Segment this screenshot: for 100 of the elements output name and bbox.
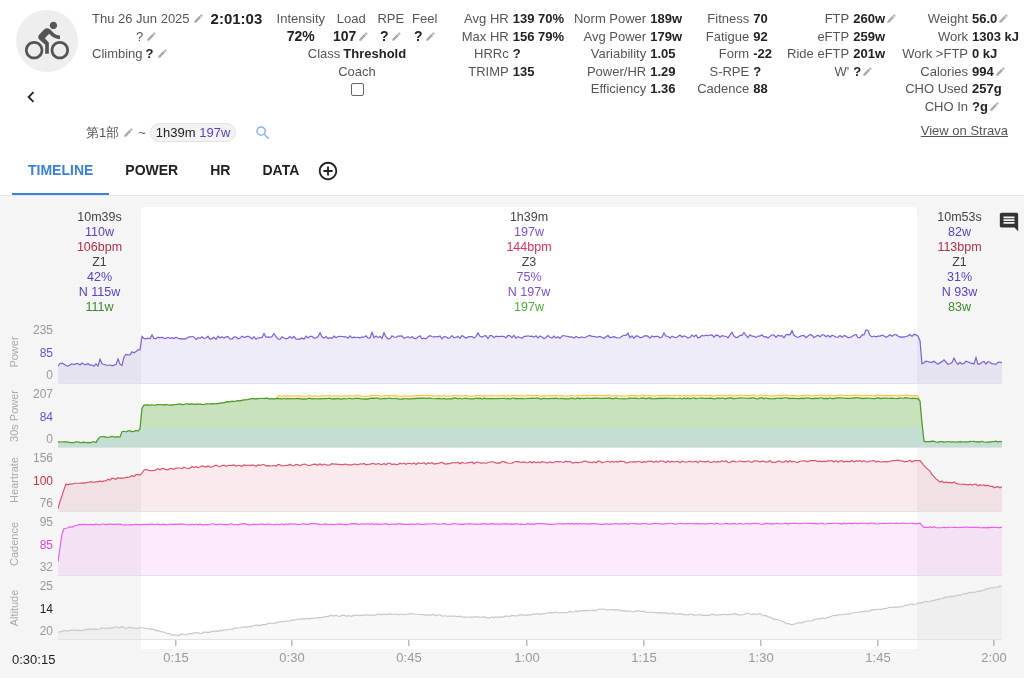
- segment-name: 第1部: [86, 123, 120, 142]
- y-tick-label: 14: [39, 601, 53, 616]
- edit-icon[interactable]: [156, 48, 168, 60]
- y-tick-label: 95: [39, 515, 53, 529]
- stat-label: Max HR: [460, 27, 509, 45]
- edit-icon[interactable]: [998, 13, 1010, 25]
- y-tick-label: 235: [32, 323, 53, 337]
- stat-label: Power/HR: [585, 62, 647, 80]
- y-tick-label: 84: [39, 409, 53, 424]
- panel-label: 30s Power: [8, 390, 20, 442]
- stat-label: CHO In: [923, 97, 968, 115]
- stat-value: 1.29: [650, 62, 676, 80]
- interval-zone: Z3: [521, 255, 537, 270]
- activity-date: Thu 26 Jun 2025: [92, 10, 190, 28]
- score-label: Feel: [412, 10, 438, 28]
- stat-label: FTP: [823, 10, 850, 28]
- interval-zone: Z1: [952, 255, 967, 270]
- x-tick: 1:00: [514, 640, 540, 665]
- stat-label: CHO Used: [904, 80, 968, 98]
- stat-label: TRIMP: [467, 62, 509, 80]
- panel-label: Heartrate: [8, 457, 20, 503]
- stat-label: Form: [717, 45, 750, 63]
- start-time: 0:30:15: [11, 651, 57, 669]
- stat-label: Work: [936, 27, 968, 45]
- coach-label: Coach: [338, 62, 376, 80]
- segment-chip[interactable]: 1h39m 197w: [149, 123, 237, 142]
- panel-label: Cadence: [8, 522, 20, 566]
- interval-column[interactable]: 1h39m 197w 144bpm Z3 75% N 197w 197w: [141, 207, 917, 320]
- y-tick-label: 85: [39, 537, 53, 552]
- stat-label: Weight: [926, 10, 968, 28]
- score-label: RPE: [377, 10, 405, 28]
- stat-value: 189w: [650, 10, 682, 28]
- climbing-label: Climbing: [92, 45, 143, 63]
- stat-value: ?: [853, 62, 862, 80]
- edit-icon[interactable]: [994, 65, 1006, 77]
- interval-column[interactable]: 10m53s 82w 113bpm Z1 31% N 93w 83w: [917, 207, 1002, 320]
- edit-icon[interactable]: [886, 13, 897, 25]
- y-tick-label: 76: [39, 496, 53, 510]
- tab[interactable]: POWER: [109, 146, 195, 195]
- stat-value: 1.36: [650, 80, 676, 98]
- activity-name: ?: [136, 27, 144, 45]
- interval-heartrate: 144bpm: [506, 240, 552, 255]
- x-tick: 0:45: [396, 640, 422, 665]
- edit-icon[interactable]: [192, 13, 204, 25]
- class-value: Threshold: [343, 45, 407, 63]
- interval-intensity: 42%: [87, 270, 112, 285]
- edit-icon[interactable]: [358, 30, 370, 42]
- x-tick: 0:30: [279, 640, 305, 665]
- stat-value: ?g: [972, 97, 988, 115]
- y-tick-label: 20: [39, 624, 53, 638]
- x-tick: 2:00: [981, 640, 1007, 665]
- edit-icon[interactable]: [123, 127, 135, 138]
- edit-icon[interactable]: [390, 30, 402, 42]
- stat-value: 257g: [972, 80, 1002, 98]
- view-on-strava-link[interactable]: View on Strava: [920, 123, 1008, 138]
- stat-value: 135: [512, 62, 535, 80]
- stat-value: 0 kJ: [972, 45, 998, 63]
- edit-icon[interactable]: [988, 100, 1000, 112]
- comment-icon[interactable]: [998, 211, 1020, 233]
- interval-average-power: 111w: [85, 300, 114, 315]
- interval-duration: 1h39m: [509, 210, 549, 225]
- score-value: 107: [333, 27, 357, 45]
- interval-power: 197w: [514, 225, 544, 240]
- stat-value: 260w: [853, 10, 885, 28]
- stat-label: W': [833, 62, 850, 80]
- tab[interactable]: DATA: [246, 146, 316, 195]
- score-label: Load: [336, 10, 366, 28]
- y-tick-label: 25: [39, 579, 53, 593]
- stat-value: 70: [753, 10, 768, 28]
- score-value: ?: [379, 27, 389, 45]
- tab[interactable]: HR: [194, 146, 247, 195]
- stat-label: Variability: [589, 45, 647, 63]
- edit-icon[interactable]: [424, 30, 436, 42]
- class-label: Class: [307, 45, 341, 63]
- interval-norm-power: N 197w: [507, 285, 551, 300]
- stat-value: ?: [753, 62, 762, 80]
- y-tick-label: 0: [46, 368, 53, 382]
- stat-value: 201w: [853, 45, 885, 63]
- add-tab-icon[interactable]: [317, 159, 340, 182]
- y-tick-label: 156: [32, 451, 53, 465]
- panel-label: Altitude: [8, 589, 20, 627]
- stat-value: 1303 kJ: [972, 27, 1019, 45]
- interval-intensity: 31%: [947, 270, 972, 285]
- stat-label: Cadence: [696, 80, 750, 98]
- score-value: ?: [413, 27, 423, 45]
- interval-column[interactable]: 10m39s 110w 106bpm Z1 42% N 115w 111w: [58, 207, 141, 320]
- interval-average-power: 83w: [948, 300, 971, 315]
- x-tick: 0:15: [163, 640, 189, 665]
- interval-heartrate: 106bpm: [76, 240, 123, 255]
- interval-norm-power: N 115w: [78, 285, 121, 300]
- edit-icon[interactable]: [862, 65, 874, 77]
- stat-value: 139 70%: [512, 10, 564, 28]
- y-tick-label: 207: [32, 387, 53, 401]
- stat-value: 994: [972, 62, 994, 80]
- coach-checkbox[interactable]: [350, 83, 364, 96]
- stat-value: 259w: [853, 27, 885, 45]
- stat-label: Ride eFTP: [786, 45, 850, 63]
- edit-icon[interactable]: [146, 30, 158, 42]
- stat-label: Efficiency: [589, 80, 647, 98]
- panel-label: Power: [8, 336, 20, 368]
